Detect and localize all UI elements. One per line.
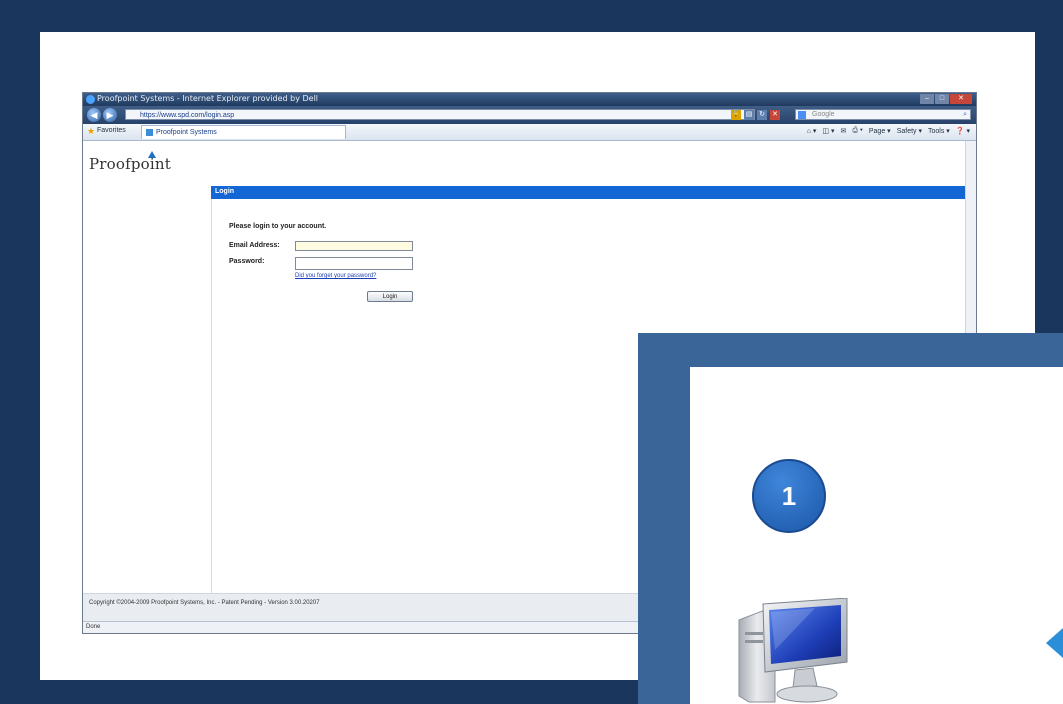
close-icon[interactable]: ✕ — [950, 94, 972, 104]
site-favicon-icon — [146, 129, 153, 136]
login-header-title: Login — [215, 188, 235, 195]
maximize-icon[interactable]: □ — [935, 94, 949, 104]
login-button[interactable]: Login — [367, 291, 413, 302]
status-text: Done — [86, 624, 101, 630]
tab-label: Proofpoint Systems — [156, 129, 217, 136]
favorites-button[interactable]: Favorites — [97, 127, 126, 134]
email-field[interactable] — [295, 241, 413, 251]
command-bar: ⌂ ▾ ◫ ▾ ✉ ⎙ ▾ Page ▾ Safety ▾ Tools ▾ ❓ … — [807, 127, 970, 135]
cmd-page[interactable]: Page ▾ — [869, 127, 891, 135]
proofpoint-logo: Proofpoint — [89, 155, 171, 173]
search-input[interactable]: Google ⌕ — [795, 109, 971, 120]
mail-icon[interactable]: ✉ — [841, 127, 847, 135]
password-label: Password: — [229, 258, 265, 265]
step-number-badge: 1 — [752, 459, 826, 533]
left-pane — [83, 187, 212, 593]
cmd-tools[interactable]: Tools ▾ — [928, 127, 950, 135]
back-icon[interactable]: ◀ — [87, 108, 101, 122]
cmd-safety[interactable]: Safety ▾ — [897, 127, 922, 135]
computer-icon — [735, 598, 855, 704]
browser-titlebar: Proofpoint Systems - Internet Explorer p… — [83, 93, 976, 106]
favorites-bar: ★ Favorites Proofpoint Systems ⌂ ▾ ◫ ▾ ✉… — [83, 124, 976, 141]
email-label: Email Address: — [229, 242, 280, 249]
address-bar-row: ◀ ▶ https://www.spd.com/login.asp 🔒 ▤ ↻ … — [83, 106, 976, 124]
login-prompt: Please login to your account. — [229, 223, 327, 230]
minimize-icon[interactable]: – — [920, 94, 934, 104]
address-input[interactable]: https://www.spd.com/login.asp — [125, 109, 755, 120]
forgot-password-link[interactable]: Did you forget your password? — [295, 273, 376, 279]
password-field[interactable] — [295, 257, 413, 270]
forward-icon[interactable]: ▶ — [103, 108, 117, 122]
window-controls: – □ ✕ — [920, 94, 972, 104]
favorites-star-icon[interactable]: ★ — [87, 126, 95, 137]
home-icon[interactable]: ⌂ ▾ — [807, 127, 817, 135]
address-icons: 🔒 ▤ ↻ ✕ — [731, 110, 780, 120]
copyright-text: Copyright ©2004-2009 Proofpoint Systems,… — [89, 600, 320, 606]
refresh-icon[interactable]: ↻ — [757, 110, 767, 120]
ie-logo-icon — [86, 95, 95, 104]
cmd-help[interactable]: ❓ ▾ — [956, 127, 970, 135]
arrow-icon — [1046, 628, 1063, 658]
logo-mark-icon — [148, 151, 156, 158]
lock-icon[interactable]: 🔒 — [731, 110, 741, 120]
search-icon[interactable]: ⌕ — [963, 110, 967, 120]
login-header-bar: Login — [211, 186, 966, 199]
feeds-icon[interactable]: ◫ ▾ — [822, 127, 834, 135]
window-title: Proofpoint Systems - Internet Explorer p… — [97, 94, 319, 103]
compat-icon[interactable]: ▤ — [744, 110, 754, 120]
search-placeholder: Google — [812, 111, 835, 118]
tab-proofpoint[interactable]: Proofpoint Systems — [141, 125, 346, 139]
print-icon[interactable]: ⎙ ▾ — [852, 127, 863, 135]
stop-icon[interactable]: ✕ — [770, 110, 780, 120]
google-icon — [798, 111, 806, 119]
